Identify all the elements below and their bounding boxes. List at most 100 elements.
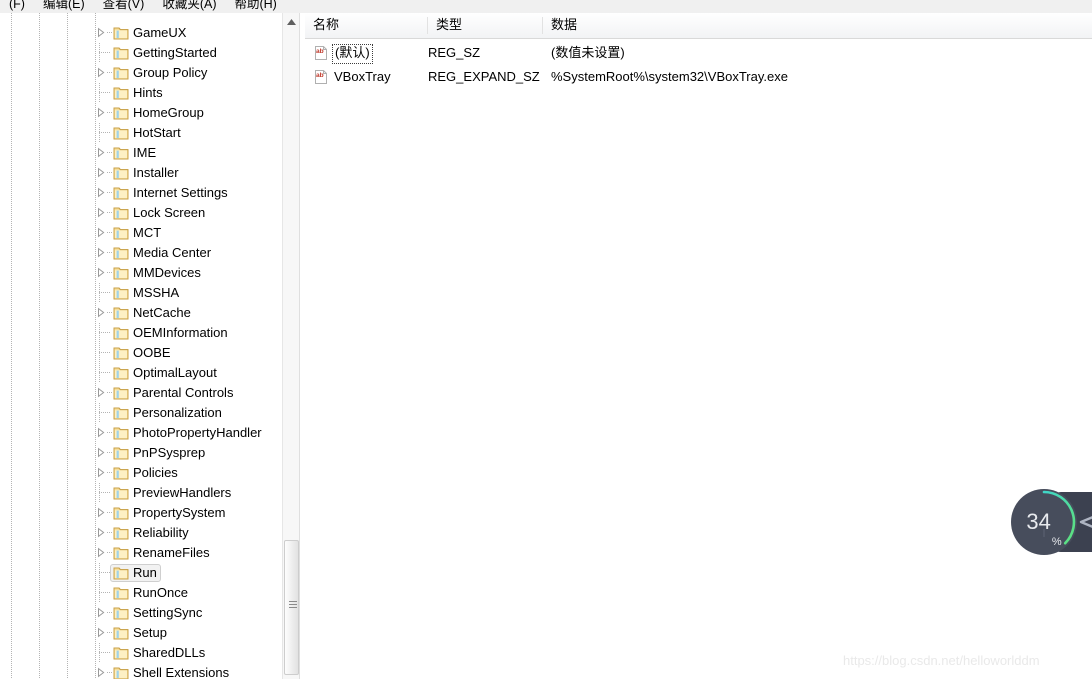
expand-arrow-icon[interactable]: [95, 607, 106, 618]
tree-item-installer[interactable]: Installer: [0, 163, 282, 183]
expand-arrow-icon[interactable]: [95, 467, 106, 478]
table-row[interactable]: ab VBoxTray REG_EXPAND_SZ %SystemRoot%\syst…: [305, 66, 1092, 88]
tree-item-label: Group Policy: [133, 65, 208, 80]
tree-item-settingsync[interactable]: SettingSync: [0, 603, 282, 623]
tree-item-photopropertyhandler[interactable]: PhotoPropertyHandler: [0, 423, 282, 443]
tree-item-shareddlls[interactable]: SharedDLLs: [0, 643, 282, 663]
folder-icon: [113, 286, 129, 300]
menu-item-edit[interactable]: 编辑(E): [34, 0, 94, 13]
expand-arrow-icon[interactable]: [95, 507, 106, 518]
folder-icon: [113, 446, 129, 460]
menu-item-help[interactable]: 帮助(H): [225, 0, 285, 13]
expand-arrow-icon[interactable]: [95, 667, 106, 678]
folder-icon: [113, 606, 129, 620]
tree-item-label: PropertySystem: [133, 505, 226, 520]
expand-arrow-icon[interactable]: [95, 27, 106, 38]
tree-item-mmdevices[interactable]: MMDevices: [0, 263, 282, 283]
expand-arrow-icon[interactable]: [95, 387, 106, 398]
expand-arrow-icon[interactable]: [95, 527, 106, 538]
tree-item-gettingstarted[interactable]: GettingStarted: [0, 43, 282, 63]
folder-icon: [113, 466, 129, 480]
tree-item-run[interactable]: Run: [0, 563, 282, 583]
folder-icon: [113, 666, 129, 679]
expand-arrow-icon[interactable]: [95, 187, 106, 198]
tree-item-pnpsysprep[interactable]: PnPSysprep: [0, 443, 282, 463]
expand-arrow-icon[interactable]: [95, 427, 106, 438]
expand-arrow-icon[interactable]: [95, 627, 106, 638]
string-value-icon: ab: [313, 69, 329, 85]
registry-tree-pane[interactable]: GameUX GettingStarted Group Policy Hints Hom…: [0, 13, 282, 679]
svg-text:ab: ab: [316, 48, 324, 55]
expand-arrow-icon[interactable]: [95, 67, 106, 78]
tree-item-runonce[interactable]: RunOnce: [0, 583, 282, 603]
expand-arrow-icon[interactable]: [95, 147, 106, 158]
tree-item-hotstart[interactable]: HotStart: [0, 123, 282, 143]
folder-icon: [113, 366, 129, 380]
value-data-cell: (数值未设置): [551, 45, 625, 60]
folder-icon: [113, 66, 129, 80]
tree-item-lock-screen[interactable]: Lock Screen: [0, 203, 282, 223]
menu-item-view[interactable]: 查看(V): [94, 0, 154, 13]
tree-item-label: GettingStarted: [133, 45, 217, 60]
expand-arrow-icon[interactable]: [95, 247, 106, 258]
tree-item-gameux[interactable]: GameUX: [0, 23, 282, 43]
tree-item-oeminformation[interactable]: OEMInformation: [0, 323, 282, 343]
tree-item-mssha[interactable]: MSSHA: [0, 283, 282, 303]
folder-icon: [113, 406, 129, 420]
value-name-cell[interactable]: (默认): [332, 44, 373, 64]
expand-arrow-icon[interactable]: [95, 307, 106, 318]
svg-text:ab: ab: [316, 72, 324, 79]
registry-values-pane[interactable]: 名称 类型 数据 ab (默认) REG_SZ (数值未设置) ab VBoxTray RE…: [305, 13, 1092, 679]
tree-scrollbar-thumb[interactable]: [284, 540, 299, 675]
expand-arrow-icon[interactable]: [95, 207, 106, 218]
tree-item-propertysystem[interactable]: PropertySystem: [0, 503, 282, 523]
column-header-data[interactable]: 数据: [543, 13, 1092, 37]
tree-item-label: RenameFiles: [133, 545, 210, 560]
scroll-up-arrow-icon[interactable]: [283, 13, 300, 30]
tree-item-oobe[interactable]: OOBE: [0, 343, 282, 363]
tree-item-label: OOBE: [133, 345, 171, 360]
tree-item-shell-extensions[interactable]: Shell Extensions: [0, 663, 282, 679]
folder-icon: [113, 526, 129, 540]
progress-widget[interactable]: 34%: [1009, 487, 1092, 557]
tree-item-ime[interactable]: IME: [0, 143, 282, 163]
expand-arrow-icon[interactable]: [95, 447, 106, 458]
tree-item-label: Run: [133, 565, 157, 580]
tree-item-optimallayout[interactable]: OptimalLayout: [0, 363, 282, 383]
tree-item-parental-controls[interactable]: Parental Controls: [0, 383, 282, 403]
tree-item-personalization[interactable]: Personalization: [0, 403, 282, 423]
tree-item-label: Setup: [133, 625, 167, 640]
expand-arrow-icon[interactable]: [95, 267, 106, 278]
tree-item-label: OEMInformation: [133, 325, 228, 340]
value-name-cell[interactable]: VBoxTray: [332, 66, 393, 88]
tree-item-label: OptimalLayout: [133, 365, 217, 380]
tree-item-netcache[interactable]: NetCache: [0, 303, 282, 323]
folder-icon: [113, 506, 129, 520]
tree-item-reliability[interactable]: Reliability: [0, 523, 282, 543]
expand-arrow-icon[interactable]: [95, 227, 106, 238]
expand-arrow-icon[interactable]: [95, 107, 106, 118]
tree-item-renamefiles[interactable]: RenameFiles: [0, 543, 282, 563]
menu-item-favorites[interactable]: 收藏夹(A): [153, 0, 225, 13]
tree-item-hints[interactable]: Hints: [0, 83, 282, 103]
tree-item-group-policy[interactable]: Group Policy: [0, 63, 282, 83]
column-header-type[interactable]: 类型: [428, 13, 551, 37]
tree-item-mct[interactable]: MCT: [0, 223, 282, 243]
menu-item-file[interactable]: (F): [0, 0, 34, 13]
tree-connector: [99, 483, 111, 503]
menu-items: (F) 编辑(E) 查看(V) 收藏夹(A) 帮助(H): [0, 0, 286, 13]
folder-icon: [113, 146, 129, 160]
tree-item-homegroup[interactable]: HomeGroup: [0, 103, 282, 123]
tree-connector: [99, 283, 111, 303]
expand-arrow-icon[interactable]: [95, 547, 106, 558]
tree-scrollbar[interactable]: [282, 13, 300, 679]
tree-item-media-center[interactable]: Media Center: [0, 243, 282, 263]
tree-item-policies[interactable]: Policies: [0, 463, 282, 483]
table-row[interactable]: ab (默认) REG_SZ (数值未设置): [305, 42, 1092, 64]
tree-item-internet-settings[interactable]: Internet Settings: [0, 183, 282, 203]
folder-icon: [113, 246, 129, 260]
expand-arrow-icon[interactable]: [95, 167, 106, 178]
tree-item-previewhandlers[interactable]: PreviewHandlers: [0, 483, 282, 503]
column-header-name[interactable]: 名称: [305, 13, 428, 37]
tree-item-setup[interactable]: Setup: [0, 623, 282, 643]
